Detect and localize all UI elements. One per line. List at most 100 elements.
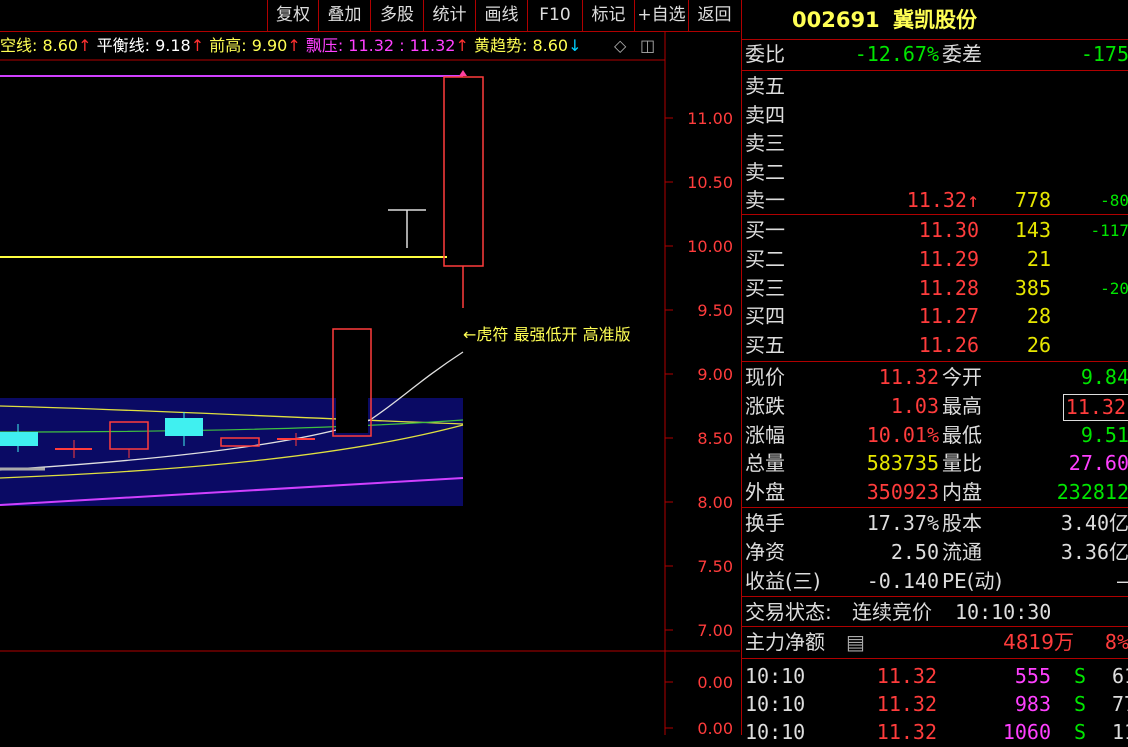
- weibi-value: -12.67%: [854, 42, 939, 66]
- stat-label: 最高: [942, 393, 982, 418]
- legend-item-2: 前高: 9.90: [204, 36, 288, 55]
- tick-count: 77: [1112, 692, 1128, 716]
- diamond-icon[interactable]: ◇: [614, 32, 626, 60]
- toolbar-button-2[interactable]: 多股: [370, 0, 423, 31]
- toolbar-button-5[interactable]: F10: [527, 0, 582, 31]
- stat-row: 现价 11.32 今开 9.84: [742, 363, 1128, 392]
- price-tick-label: 9.00: [697, 365, 733, 384]
- tick-time: 10:10: [745, 720, 806, 744]
- stat-value: 11.32: [878, 365, 939, 389]
- window-toggle-icon[interactable]: ◫: [640, 32, 655, 60]
- stat-row: 总量 583735 量比 27.60: [742, 449, 1128, 478]
- sell-row[interactable]: 卖四: [742, 101, 1128, 130]
- toolbar-button-8[interactable]: 返回: [688, 0, 740, 31]
- trade-status-label: 交易状态:: [745, 600, 832, 624]
- buy-row[interactable]: 买三 11.28 385 -20: [742, 274, 1128, 303]
- tick-row[interactable]: 10:10 11.32 983 S 77: [742, 690, 1128, 719]
- price-axis: 11.00 10.50 10.00 9.50 9.00 8.50 8.00 7.50 7.00: [665, 109, 733, 640]
- buy-label: 买五: [745, 333, 785, 358]
- tick-count: 119: [1112, 720, 1128, 744]
- tick-price: 11.32: [876, 720, 937, 744]
- tick-row[interactable]: 10:10 11.32 555 S 61: [742, 662, 1128, 691]
- toolbar-button-4[interactable]: 画线: [475, 0, 527, 31]
- buy-volume: 28: [1026, 304, 1051, 329]
- stat-label: 收益(三): [745, 568, 821, 593]
- buy-change: -20: [1100, 278, 1128, 298]
- volume-tick-label: 0.00: [697, 673, 733, 692]
- candle: [0, 432, 38, 446]
- stat-label: 外盘: [745, 480, 785, 505]
- tick-price: 11.32: [876, 692, 937, 716]
- stat-value: 27.60: [1068, 451, 1128, 476]
- buy-label: 买二: [745, 246, 785, 271]
- buy-price: 11.29: [918, 246, 979, 271]
- buy-price: 11.27: [918, 304, 979, 329]
- tick-price: 11.32: [876, 664, 937, 688]
- kline-chart[interactable]: ←虎符 最强低开 高准版 11.00 10.50 10.00 9.50 9.00 8.50…: [0, 0, 740, 735]
- legend-arrow-1: ↑: [190, 36, 205, 55]
- sell-row[interactable]: 卖五: [742, 72, 1128, 101]
- main-flow-row[interactable]: 主力净额 ▤ 4819万 8%: [742, 628, 1128, 657]
- tick-flag: S: [1074, 720, 1087, 744]
- toolbar: 复权 叠加 多股 统计 画线 F10 标记 +自选 返回: [0, 0, 740, 32]
- buy-price: 11.30: [918, 218, 979, 242]
- toolbar-button-0[interactable]: 复权: [267, 0, 318, 31]
- price-tick-label: 8.50: [697, 429, 733, 448]
- main-flow-pct: 8%: [1104, 630, 1128, 654]
- buy-row[interactable]: 买五 11.26 26: [742, 331, 1128, 360]
- sell-row[interactable]: 卖一 11.32↑ 778 -80: [742, 186, 1128, 215]
- legend-item-4: 黄趋势: 8.60: [468, 36, 569, 55]
- stat-row: 收益(三) -0.140 PE(动) –: [742, 567, 1128, 596]
- buy-change: -117: [1090, 221, 1128, 240]
- buy-row[interactable]: 买四 11.27 28: [742, 302, 1128, 331]
- stat-label: 内盘: [942, 480, 982, 505]
- limit-up-marker: [459, 70, 467, 76]
- annotation-text: ←虎符 最强低开 高准版: [463, 325, 631, 344]
- legend-arrow-2: ↑: [287, 36, 301, 55]
- quote-panel: 002691 冀凯股份 委比 -12.67% 委差 -175 卖五 卖四 卖三 卖二卖…: [741, 0, 1128, 744]
- indicator-legend: 空线: 8.60↑ 平衡线: 9.18↑ 前高: 9.90↑ 飘压: 11.32…: [0, 32, 665, 60]
- stat-row: 外盘 350923 内盘 232812: [742, 478, 1128, 507]
- buy-label: 买四: [745, 304, 785, 329]
- stat-label: 最低: [942, 422, 982, 447]
- toolbar-button-1[interactable]: 叠加: [318, 0, 370, 31]
- stat-label: 现价: [745, 365, 785, 389]
- sell-row[interactable]: 卖三: [742, 129, 1128, 158]
- volume-axis: 0.00 0.00: [665, 673, 733, 735]
- stat-label: 涨幅: [745, 422, 785, 447]
- stat-row: 涨幅 10.01% 最低 9.51: [742, 421, 1128, 450]
- stat-value: –: [1116, 568, 1128, 593]
- buy-row[interactable]: 买一 11.30 143 -117: [742, 216, 1128, 245]
- buy-label: 买一: [745, 218, 785, 242]
- price-tick-label: 10.50: [687, 173, 733, 192]
- sell-row[interactable]: 卖二: [742, 158, 1128, 187]
- sell-label: 卖一: [745, 188, 785, 212]
- stat-label: 换手: [745, 511, 785, 535]
- stat-row: 涨跌 1.03 最高 11.32: [742, 392, 1128, 421]
- list-icon[interactable]: ▤: [846, 628, 865, 657]
- tick-volume: 983: [1014, 692, 1051, 716]
- legend-arrow-3: ↑: [455, 36, 469, 55]
- stat-value: -0.140: [866, 568, 939, 593]
- buy-price: 11.28: [918, 275, 979, 300]
- stat-label: 总量: [745, 451, 785, 476]
- price-tick-label: 7.00: [697, 621, 733, 640]
- toolbar-button-7[interactable]: +自选: [634, 0, 688, 31]
- price-tick-label: 10.00: [687, 237, 733, 256]
- tick-row[interactable]: 10:10 11.32 1060 S 119: [742, 718, 1128, 747]
- stat-label: 量比: [942, 451, 982, 476]
- stat-label: 今开: [942, 365, 982, 389]
- toolbar-button-3[interactable]: 统计: [423, 0, 475, 31]
- stat-value: 2.50: [890, 539, 939, 564]
- stat-value: 1.03: [890, 393, 939, 418]
- buy-row[interactable]: 买二 11.29 21: [742, 245, 1128, 274]
- stat-value: 17.37%: [866, 511, 939, 535]
- sell-change: -80: [1100, 191, 1128, 210]
- candle: [336, 332, 368, 433]
- toolbar-button-6[interactable]: 标记: [582, 0, 634, 31]
- stat-label: 股本: [942, 511, 982, 535]
- price-tick-label: 9.50: [697, 301, 733, 320]
- stat-value: 11.32: [1062, 393, 1128, 421]
- stat-value: 10.01%: [866, 422, 939, 447]
- sell-label: 卖五: [745, 74, 785, 98]
